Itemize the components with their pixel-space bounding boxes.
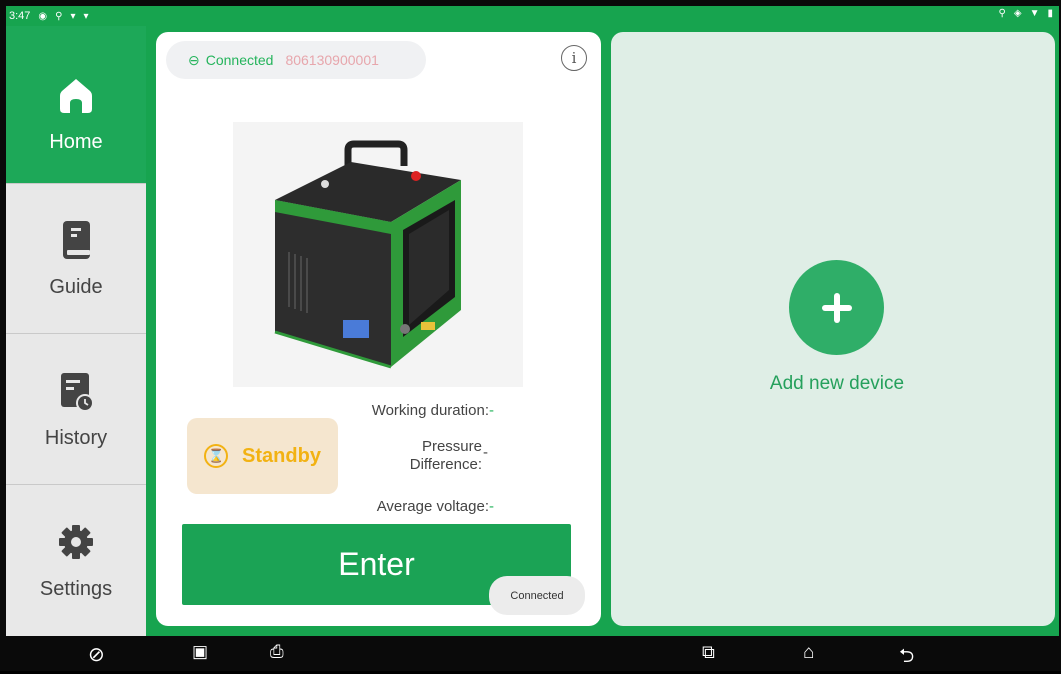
back-icon[interactable]: ⮌ (899, 642, 914, 674)
pressure-label-line2: Difference: (409, 456, 482, 473)
browser-icon[interactable]: ⊘ (88, 642, 105, 667)
home-nav-icon[interactable]: ⌂ (803, 642, 814, 664)
gear-icon (59, 525, 93, 559)
sidebar-item-home[interactable]: Home (6, 26, 146, 183)
average-voltage-value: - (489, 498, 494, 515)
connection-status: Connected (205, 52, 274, 68)
working-duration-value: - (489, 402, 494, 419)
sidebar-item-guide[interactable]: Guide (6, 183, 146, 333)
add-device-button[interactable] (789, 260, 884, 355)
working-duration-metric: Working duration:- (344, 402, 494, 419)
hourglass-icon: ⌛ (204, 444, 229, 468)
sidebar-item-label: Guide (49, 276, 103, 298)
link-icon: ⊖ (188, 51, 200, 68)
system-navbar: ⊘ ▣ ⎙ ⧉ ⌂ ⮌ (0, 636, 1061, 671)
settings-badge-icon: ◉ (38, 10, 48, 22)
recent-apps-icon[interactable]: ⧉ (702, 642, 715, 663)
pressure-label-line1: Pressure (421, 438, 482, 455)
status-label: Standby (242, 444, 321, 467)
connection-pill: ⊖ Connected 806130900001 (166, 41, 426, 79)
sidebar-item-history[interactable]: History (6, 333, 146, 484)
sidebar-item-label: History (44, 426, 108, 449)
home-icon (60, 79, 92, 113)
shield-icon: ▾ (83, 10, 89, 22)
standby-status-box: ⌛ Standby (187, 418, 338, 494)
location-icon: ⚲ (998, 8, 1006, 19)
device-image (233, 122, 523, 387)
sidebar: Home Guide History Settings (6, 26, 146, 636)
info-icon[interactable]: i (561, 45, 587, 71)
status-time: 3:47 (9, 10, 31, 22)
status-right-icons: ⚲ ◈ ▼ ▮ (999, 8, 1053, 19)
battery-icon: ▮ (1047, 8, 1053, 19)
plus-icon (821, 292, 852, 323)
status-bar: 3:47 ◉ ⚲ ▾ ▾ ⚲ ◈ ▼ ▮ (6, 6, 1059, 26)
working-duration-label: Working duration: (371, 402, 489, 419)
wifi-icon: ▼ (1029, 8, 1040, 19)
history-icon (61, 372, 94, 412)
average-voltage-metric: Average voltage:- (354, 498, 494, 515)
app-screen: 3:47 ◉ ⚲ ▾ ▾ ⚲ ◈ ▼ ▮ Home Guide History … (6, 6, 1059, 636)
device-serial: 806130900001 (285, 52, 379, 68)
location-icon: ⚲ (55, 10, 63, 22)
average-voltage-label: Average voltage: (376, 498, 489, 515)
pressure-difference-value: - (483, 444, 488, 461)
book-icon (63, 221, 90, 259)
shield-icon: ▾ (70, 10, 76, 22)
add-device-label: Add new device (769, 373, 905, 394)
sidebar-item-settings[interactable]: Settings (6, 484, 146, 636)
add-device-panel[interactable]: Add new device (611, 32, 1055, 626)
pressure-difference-metric: Pressure Difference: (376, 438, 482, 474)
vci-icon[interactable]: ⎙ (270, 642, 284, 662)
device-card: ⊖ Connected 806130900001 i ⌛ Standby Wor… (156, 32, 601, 626)
sidebar-item-label: Home (49, 131, 103, 153)
vibrate-icon: ◈ (1013, 8, 1022, 19)
device-frame: 3:47 ◉ ⚲ ▾ ▾ ⚲ ◈ ▼ ▮ Home Guide History … (0, 0, 1061, 671)
gallery-icon[interactable]: ▣ (192, 642, 208, 662)
connected-toast: Connected (489, 576, 585, 615)
sidebar-item-label: Settings (39, 578, 113, 600)
